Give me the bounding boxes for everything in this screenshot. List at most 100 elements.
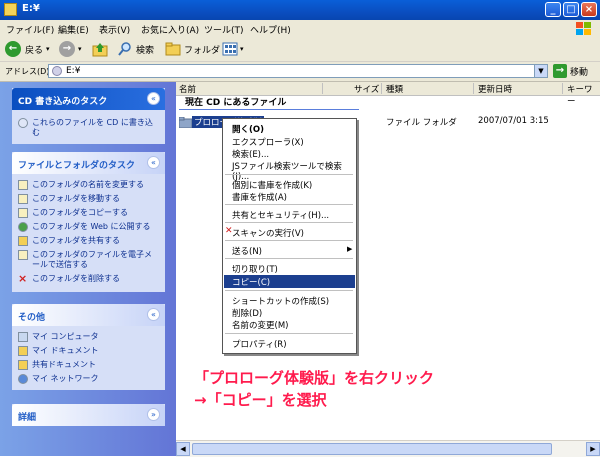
menu-explore[interactable]: エクスプローラ(X) [232,136,304,148]
chevron-down-icon[interactable]: ▾ [46,45,50,53]
menu-properties[interactable]: プロパティ(R) [232,338,287,350]
column-type[interactable]: 種類 [386,83,403,95]
column-size[interactable]: サイズ [354,83,379,95]
task-burn-cd[interactable]: これらのファイルを CD に書き込む [18,118,158,138]
menu-send-to[interactable]: 送る(N) [232,245,262,257]
column-divider[interactable] [322,83,323,94]
menu-create-archive-each[interactable]: 個別に書庫を作成(K) [232,179,312,191]
menu-view[interactable]: 表示(V) [99,23,130,36]
collapse-icon[interactable]: « [147,156,160,169]
cd-tasks-title: CD 書き込みのタスク [18,97,108,107]
task-copy[interactable]: このフォルダをコピーする [18,208,128,218]
place-my-computer[interactable]: マイ コンピュータ [18,332,99,342]
menu-favorites[interactable]: お気に入り(A) [141,23,199,36]
other-places-panel: その他 « マイ コンピュータ マイ ドキュメント 共有ドキュメント マイ ネッ… [12,304,165,390]
menu-help[interactable]: ヘルプ(H) [250,23,291,36]
menu-delete[interactable]: 削除(D) [232,307,262,319]
views-button[interactable]: ▾ [222,40,244,58]
column-divider[interactable] [381,83,382,94]
scroll-right-icon[interactable]: ▶ [586,442,600,456]
menu-tools[interactable]: ツール(T) [204,23,244,36]
task-publish-web[interactable]: このフォルダを Web に公開する [18,222,151,232]
other-places-header[interactable]: その他 « [12,304,165,326]
menu-separator [225,290,353,291]
title-bar[interactable]: E:¥ _ □ × [0,0,600,20]
task-share[interactable]: このフォルダを共有する [18,236,120,246]
menu-sharing-security[interactable]: 共有とセキュリティ(H)... [232,209,329,221]
menu-copy[interactable]: コピー(C) [232,276,270,288]
task-rename[interactable]: このフォルダの名前を変更する [18,180,144,190]
copy-icon [18,208,28,218]
details-title: 詳細 [18,413,37,423]
column-keyword[interactable]: キーワー [567,83,600,107]
menu-create-shortcut[interactable]: ショートカットの作成(S) [232,295,329,307]
menu-cut[interactable]: 切り取り(T) [232,263,278,275]
menu-separator [225,333,353,334]
place-my-network[interactable]: マイ ネットワーク [18,374,99,384]
file-tasks-panel: ファイルとフォルダのタスク « このフォルダの名前を変更する このフォルダを移動… [12,152,165,292]
go-button[interactable]: → 移動 [553,64,588,78]
scroll-thumb[interactable] [192,443,552,455]
column-name[interactable]: 名前 [179,83,196,95]
back-button[interactable]: ← 戻る ▾ [5,40,50,58]
task-move[interactable]: このフォルダを移動する [18,194,120,204]
cd-icon [18,118,28,128]
cd-tasks-header[interactable]: CD 書き込みのタスク « [12,88,165,110]
search-label: 検索 [136,45,155,56]
folder-icon [179,117,192,128]
submenu-arrow-icon: ▶ [347,245,353,253]
collapse-icon[interactable]: « [147,308,160,321]
search-icon [118,42,131,56]
column-divider[interactable] [562,83,563,94]
menu-create-archive[interactable]: 書庫を作成(A) [232,191,287,203]
delete-icon: × [18,272,28,285]
maximize-button[interactable]: □ [563,2,579,17]
folders-button[interactable]: フォルダ [165,40,220,58]
instruction-annotation: 「プロローグ体験版」を右クリック →「コピー」を選択 [194,367,434,411]
drive-icon [52,66,62,76]
column-date[interactable]: 更新日時 [478,83,512,95]
menu-search[interactable]: 検索(E)... [232,148,269,160]
place-shared-documents[interactable]: 共有ドキュメント [18,360,96,370]
cd-tasks-panel: CD 書き込みのタスク « これらのファイルを CD に書き込む [12,88,165,144]
network-icon [18,374,28,384]
menu-open[interactable]: 開く(O) [232,123,264,135]
horizontal-scrollbar[interactable]: ◀ ▶ [176,440,600,457]
documents-icon [18,346,28,356]
up-button[interactable] [92,40,108,58]
file-date: 2007/07/01 3:15 [478,116,549,126]
forward-arrow-icon: → [59,41,75,57]
menu-scan[interactable]: スキャンの実行(V) [232,227,304,239]
task-email[interactable]: このフォルダのファイルを電子メールで送信する [18,250,156,270]
details-header[interactable]: 詳細 » [12,404,165,426]
menu-rename[interactable]: 名前の変更(M) [232,319,288,331]
search-button[interactable]: 検索 [117,40,154,58]
menu-bar: ファイル(F) 編集(E) 表示(V) お気に入り(A) ツール(T) ヘルプ(… [0,20,600,38]
forward-button[interactable]: → ▾ [59,40,82,58]
context-menu: 開く(O) エクスプローラ(X) 検索(E)... JSファイル検索ツールで検索… [222,118,357,354]
address-input[interactable]: E:¥ ▼ [48,64,548,78]
expand-icon[interactable]: » [147,408,160,421]
address-label: アドレス(D) [5,67,50,76]
menu-file[interactable]: ファイル(F) [6,23,54,36]
menu-edit[interactable]: 編集(E) [58,23,89,36]
chevron-down-icon[interactable]: ▾ [78,45,82,53]
collapse-icon[interactable]: « [147,92,160,105]
move-icon [18,194,28,204]
windows-logo-icon [576,22,591,35]
file-tasks-header[interactable]: ファイルとフォルダのタスク « [12,152,165,174]
scroll-left-icon[interactable]: ◀ [176,442,190,456]
address-bar: アドレス(D) E:¥ ▼ → 移動 [0,62,600,82]
place-my-documents[interactable]: マイ ドキュメント [18,346,99,356]
folders-icon [165,42,181,56]
close-button[interactable]: × [581,2,597,17]
folder-icon [4,3,17,16]
column-divider[interactable] [473,83,474,94]
computer-icon [18,332,28,342]
rename-icon [18,180,28,190]
minimize-button[interactable]: _ [545,2,561,17]
menu-separator [225,222,353,223]
task-delete[interactable]: × このフォルダを削除する [18,272,120,285]
chevron-down-icon[interactable]: ▾ [240,45,244,53]
address-dropdown-icon[interactable]: ▼ [534,65,547,77]
